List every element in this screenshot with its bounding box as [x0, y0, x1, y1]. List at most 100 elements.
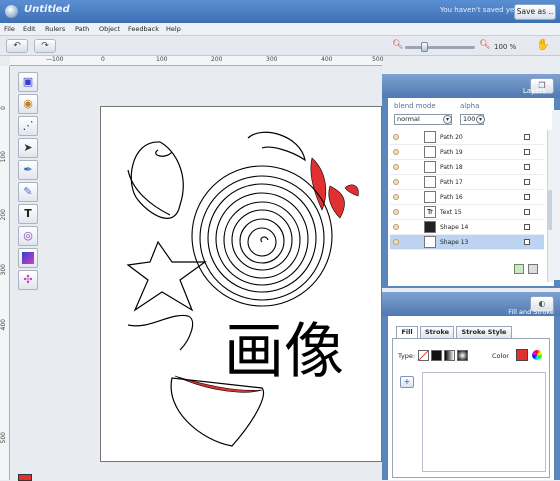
- alpha-label: alpha: [460, 102, 480, 110]
- no-fill-swatch[interactable]: [418, 350, 429, 361]
- layer-row[interactable]: Shape 14: [390, 220, 544, 235]
- pencil-icon: ✎: [23, 185, 33, 198]
- eye-icon[interactable]: [393, 194, 399, 200]
- layer-list: Path 20 Path 19 Path 18 Path 17 Path 16 …: [390, 130, 544, 282]
- layer-row[interactable]: Tr Text 15: [390, 205, 544, 220]
- tab-stroke-style[interactable]: Stroke Style: [456, 326, 512, 338]
- tab-fill[interactable]: Fill: [396, 326, 418, 338]
- layer-row[interactable]: Path 19: [390, 145, 544, 160]
- drawn-path: [127, 314, 194, 351]
- layer-thumbnail: [424, 221, 436, 233]
- add-gradient-button[interactable]: +: [400, 376, 414, 388]
- layer-name: Shape 13: [440, 239, 469, 246]
- pencil-tool-button[interactable]: ✎: [18, 182, 38, 202]
- layer-thumbnail: [424, 146, 436, 158]
- zoom-out-icon[interactable]: 🔍︎: [392, 40, 403, 50]
- add-layer-icon[interactable]: [514, 264, 524, 274]
- layer-thumbnail: [424, 176, 436, 188]
- layer-name: Path 19: [440, 149, 463, 156]
- zoom-slider[interactable]: [405, 46, 475, 49]
- drawn-path: [130, 141, 184, 219]
- layer-row[interactable]: Path 18: [390, 160, 544, 175]
- layer-name: Path 20: [440, 134, 463, 141]
- spiral-icon: ◎: [23, 229, 33, 242]
- select-tool-button[interactable]: ▣: [18, 72, 38, 92]
- canvas-text[interactable]: 画像: [224, 317, 344, 387]
- pen-icon: ✒: [23, 163, 33, 176]
- drawing-layer[interactable]: 画像: [0, 0, 382, 480]
- transform-icon: ✣: [23, 273, 33, 286]
- layer-row-selected[interactable]: Shape 13: [390, 235, 544, 250]
- gradient-tool-button[interactable]: [18, 248, 38, 268]
- transform-tool-button[interactable]: ✣: [18, 270, 38, 290]
- trash-icon[interactable]: [528, 264, 538, 274]
- lock-checkbox[interactable]: [524, 134, 530, 140]
- radial-gradient-swatch[interactable]: [457, 350, 468, 361]
- zoom-in-icon[interactable]: 🔍︎: [479, 40, 490, 50]
- layer-name: Path 16: [440, 194, 463, 201]
- text-icon: T: [24, 207, 32, 220]
- lock-checkbox[interactable]: [524, 209, 530, 215]
- color-wheel-icon[interactable]: [532, 350, 542, 360]
- layer-name: Path 17: [440, 179, 463, 186]
- layer-name: Path 18: [440, 164, 463, 171]
- eye-icon[interactable]: [393, 164, 399, 170]
- pen-tool-button[interactable]: ✒: [18, 160, 38, 180]
- lock-checkbox[interactable]: [524, 149, 530, 155]
- spiral-tool-button[interactable]: ◎: [18, 226, 38, 246]
- fill-stroke-panel: ◐ Fill and Stroke Fill Stroke Stroke Sty…: [382, 292, 560, 480]
- node-edit-icon: ⋰: [22, 119, 34, 132]
- layer-row[interactable]: Path 16: [390, 190, 544, 205]
- eye-icon[interactable]: [393, 134, 399, 140]
- layer-row[interactable]: Path 20: [390, 130, 544, 145]
- layer-row[interactable]: Path 17: [390, 175, 544, 190]
- lock-checkbox[interactable]: [524, 224, 530, 230]
- arrow-tool-button[interactable]: ➤: [18, 138, 38, 158]
- lock-checkbox[interactable]: [524, 179, 530, 185]
- layers-panel: ❐ Layers blend mode normal ▾ alpha 100 ▾…: [382, 74, 560, 288]
- eye-icon[interactable]: [393, 179, 399, 185]
- hand-icon[interactable]: ✋: [534, 38, 552, 54]
- text-tool-button[interactable]: T: [18, 204, 38, 224]
- layer-thumbnail: [424, 236, 436, 248]
- tab-stroke[interactable]: Stroke: [420, 326, 454, 338]
- layer-name: Shape 14: [440, 224, 469, 231]
- solid-fill-swatch[interactable]: [431, 350, 442, 361]
- layer-thumbnail: Tr: [424, 206, 436, 218]
- select-icon: ▣: [22, 75, 34, 88]
- layers-title: Layers: [522, 87, 546, 95]
- eye-icon[interactable]: [393, 239, 399, 245]
- red-shape: [344, 184, 359, 197]
- chevron-down-icon[interactable]: ▾: [476, 115, 485, 124]
- fill-stroke-header: ◐ Fill and Stroke: [382, 292, 560, 316]
- eye-icon[interactable]: [393, 224, 399, 230]
- zoom-tool-button[interactable]: ◉: [18, 94, 38, 114]
- panel-scrollbar[interactable]: [552, 110, 560, 280]
- zoom-level-text: 100 %: [494, 43, 517, 51]
- eye-icon[interactable]: [393, 209, 399, 215]
- fill-stroke-title: Fill and Stroke: [508, 308, 554, 316]
- spiral-shape: [191, 165, 333, 307]
- drawn-path: [247, 131, 306, 162]
- fill-color-swatch[interactable]: [516, 349, 528, 361]
- save-as-button[interactable]: Save as ..: [514, 4, 556, 20]
- tools-panel: ▣ ◉ ⋰ ➤ ✒ ✎ T ◎ ✣: [18, 72, 40, 290]
- layers-body: blend mode normal ▾ alpha 100 ▾ Path 20 …: [388, 98, 554, 286]
- gradient-list[interactable]: [422, 372, 546, 472]
- type-label: Type:: [398, 352, 416, 360]
- brush-icon: ◐: [538, 299, 546, 308]
- lock-checkbox[interactable]: [524, 194, 530, 200]
- layer-thumbnail: [424, 161, 436, 173]
- drawn-path: [155, 149, 173, 157]
- zoom-slider-thumb[interactable]: [421, 42, 428, 52]
- save-status-text: You haven't saved yet: [440, 6, 518, 14]
- node-tool-button[interactable]: ⋰: [18, 116, 38, 136]
- red-shape: [328, 185, 345, 219]
- layer-thumbnail: [424, 191, 436, 203]
- chevron-down-icon[interactable]: ▾: [443, 115, 452, 124]
- lock-checkbox[interactable]: [524, 164, 530, 170]
- eye-icon[interactable]: [393, 149, 399, 155]
- lock-checkbox[interactable]: [524, 239, 530, 245]
- color-label: Color: [492, 352, 509, 360]
- linear-gradient-swatch[interactable]: [444, 350, 455, 361]
